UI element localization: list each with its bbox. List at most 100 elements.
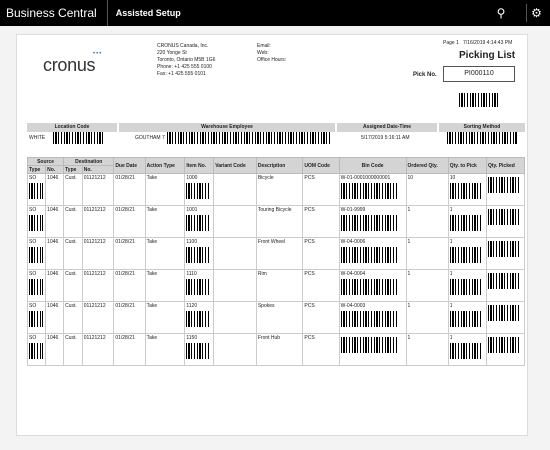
cell-action: Take — [144, 237, 186, 270]
cell-text: 1 — [407, 271, 411, 277]
cell-dst-type: Cust. — [63, 301, 83, 334]
cell-picked — [485, 237, 526, 270]
cell-src-no: 1046 — [45, 173, 65, 206]
cell-desc: Rim — [255, 269, 304, 302]
cell-variant — [213, 333, 257, 366]
picking-list-document: cronus ••• CRONUS Canada, Inc. 220 Yonge… — [16, 34, 528, 436]
cell-src-type: SO — [26, 301, 47, 334]
barcode — [340, 279, 399, 295]
cell-ordered: 1 — [405, 333, 449, 366]
cell-ordered: 10 — [405, 173, 449, 206]
table-row: SO 1046 Cust. 01121212 01/28/21 Take 1120 Spoke… — [26, 301, 526, 334]
picking-lines-table: Source Destination Due Date Action Type … — [26, 157, 526, 366]
gear-icon[interactable]: ⚙ — [526, 4, 544, 22]
cell-action: Take — [144, 269, 186, 302]
barcode — [449, 343, 482, 359]
barcode — [487, 305, 520, 321]
cell-text: Take — [146, 335, 158, 341]
report-viewer[interactable]: cronus ••• CRONUS Canada, Inc. 220 Yonge… — [0, 26, 550, 450]
cell-variant — [213, 301, 257, 334]
cell-text: 1 — [407, 207, 411, 213]
cell-dst-no: 01121212 — [81, 173, 115, 206]
cell-text: 1046 — [47, 303, 59, 309]
barcode — [487, 241, 520, 257]
cell-src-no: 1046 — [45, 269, 65, 302]
cell-text: Take — [146, 239, 158, 245]
col-action-type: Action Type — [144, 157, 186, 174]
pick-no-label: Pick No. — [413, 72, 437, 78]
cell-dst-type: Cust. — [63, 205, 83, 238]
cell-text: W-04-0004 — [340, 271, 366, 277]
lightbulb-icon[interactable]: ⚲ — [492, 4, 510, 22]
page-title: Assisted Setup — [115, 8, 181, 18]
cell-text: 1 — [407, 335, 411, 341]
cell-text: 01/28/21 — [115, 207, 135, 213]
col-qty-picked: Qty. Picked — [485, 157, 526, 174]
cell-text: 1100 — [186, 239, 198, 245]
cell-text: 1046 — [47, 239, 59, 245]
cell-text: Cust. — [65, 239, 77, 245]
cell-text: Rim — [257, 271, 267, 277]
barcode — [449, 215, 482, 231]
barcode — [186, 279, 210, 295]
barcode — [449, 311, 482, 327]
cell-text: SO — [29, 207, 37, 213]
assigned-datetime-header: Assigned Date-Time — [337, 123, 437, 132]
cell-action: Take — [144, 173, 186, 206]
cell-text: Cust. — [65, 303, 77, 309]
barcode — [449, 279, 482, 295]
location-barcode — [53, 132, 103, 144]
col-due-date: Due Date — [113, 157, 146, 174]
cell-text: Bicycle — [257, 175, 274, 181]
cell-uom: PCS — [302, 205, 340, 238]
cell-bin — [338, 333, 407, 366]
cell-due: 01/28/21 — [113, 205, 146, 238]
cell-variant — [213, 205, 257, 238]
app-title[interactable]: Business Central — [0, 0, 108, 26]
destination-group-header: Destination — [63, 157, 115, 166]
cell-action: Take — [144, 301, 186, 334]
cell-picked — [485, 173, 526, 206]
app-bar: Business Central Assisted Setup ⚲ ⚙ — [0, 0, 550, 26]
cell-text: 01/28/21 — [115, 303, 135, 309]
col-destination-no: No. — [81, 165, 115, 174]
cell-text: PCS — [304, 239, 315, 245]
col-ordered-qty: Ordered Qty. — [405, 157, 449, 174]
cell-src-type: SO — [26, 205, 47, 238]
cell-src-no: 1046 — [45, 333, 65, 366]
logo-mark: ••• — [93, 51, 103, 57]
cell-text: 01121212 — [83, 207, 106, 213]
cell-text: 1 — [407, 303, 411, 309]
cell-text: SO — [29, 175, 37, 181]
cell-text: 01/28/21 — [115, 335, 135, 341]
cell-uom: PCS — [302, 173, 340, 206]
cell-uom: PCS — [302, 333, 340, 366]
cell-uom: PCS — [302, 269, 340, 302]
page-info: Page 1 7/16/2019 4:14:43 PM — [443, 40, 513, 46]
cell-text: PCS — [304, 271, 315, 277]
cell-desc: Touring Bicycle — [255, 205, 304, 238]
cell-dst-no: 01121212 — [81, 269, 115, 302]
cell-picked — [485, 333, 526, 366]
pick-no-value: PI000110 — [443, 66, 515, 82]
cell-src-no: 1046 — [45, 237, 65, 270]
cell-desc: Front Hub — [255, 333, 304, 366]
assigned-datetime-value: 5/17/2019 5:16:11 AM — [361, 135, 410, 141]
col-source-no: No. — [45, 165, 65, 174]
cell-item: 1120 — [184, 301, 215, 334]
barcode — [449, 247, 482, 263]
cell-text: W-01-9999 — [340, 207, 366, 213]
cell-text: 01121212 — [83, 335, 106, 341]
table-row: SO 1046 Cust. 01121212 01/28/21 Take 1001 Touri… — [26, 205, 526, 238]
barcode — [186, 183, 210, 199]
cell-due: 01/28/21 — [113, 173, 146, 206]
cell-text: Cust. — [65, 335, 77, 341]
cell-due: 01/28/21 — [113, 237, 146, 270]
barcode — [29, 311, 43, 327]
cell-text: Take — [146, 271, 158, 277]
cell-to-pick: 1 — [447, 237, 487, 270]
cell-ordered: 1 — [405, 269, 449, 302]
cell-desc: Spokes — [255, 301, 304, 334]
table-row: SO 1046 Cust. 01121212 01/28/21 Take 1150 Front… — [26, 333, 526, 366]
cell-src-no: 1046 — [45, 205, 65, 238]
